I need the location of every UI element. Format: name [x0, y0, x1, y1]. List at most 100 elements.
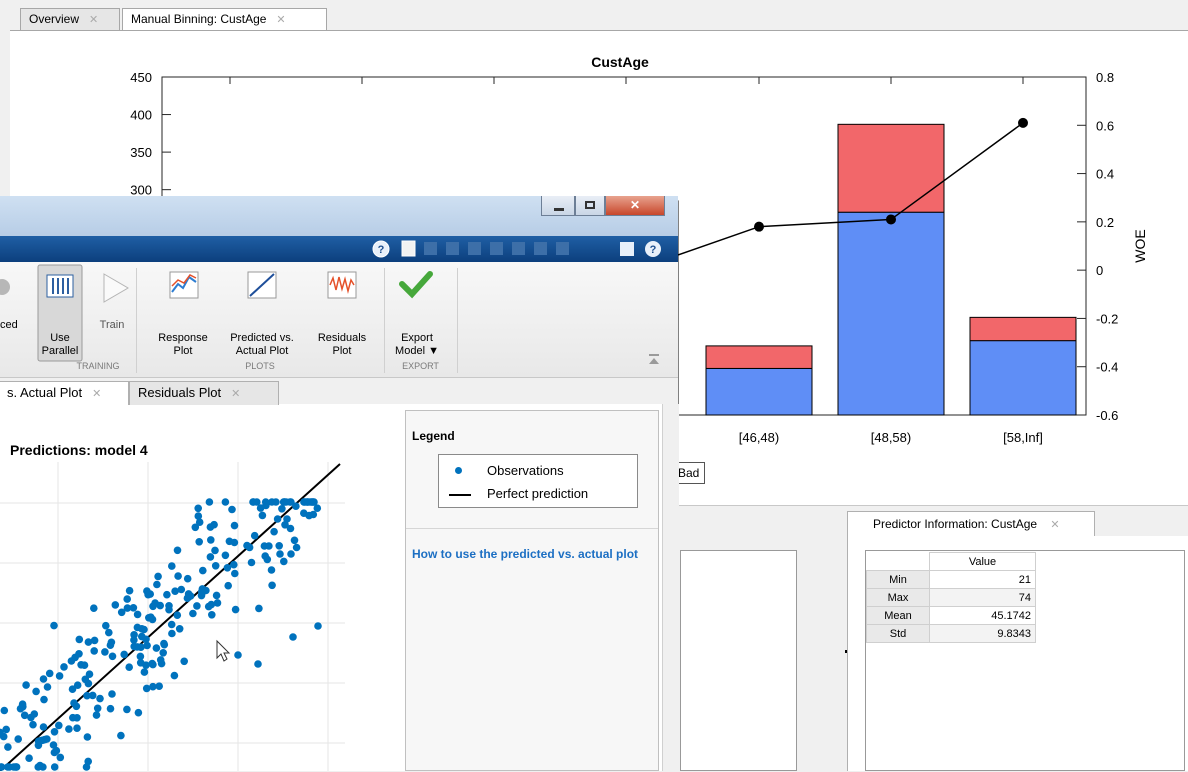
observation-point [0, 732, 8, 741]
observation-point [45, 669, 54, 678]
observation-point [213, 599, 222, 607]
observation-point [310, 498, 318, 506]
observation-point [154, 572, 162, 581]
right-tick-label: 0.8 [1096, 70, 1114, 85]
observation-point [243, 541, 251, 550]
observation-point [280, 557, 288, 566]
vertical-scrollbar[interactable] [662, 404, 679, 771]
document-icon [401, 240, 416, 257]
plot-title: Predictions: model 4 [10, 442, 148, 458]
observation-point [27, 713, 35, 722]
close-icon[interactable]: ✕ [1050, 519, 1059, 531]
help-link[interactable]: How to use the predicted vs. actual plot [412, 547, 652, 561]
observation-point [83, 691, 91, 700]
observation-point [234, 651, 242, 659]
legend-heading: Legend [412, 429, 455, 443]
observation-point [205, 498, 214, 506]
woe-point [886, 214, 896, 225]
observation-point [247, 558, 256, 567]
observation-point [191, 523, 200, 532]
residuals-plot-button[interactable]: Residuals Plot [306, 319, 378, 358]
table-row: Min 21 [866, 570, 1036, 589]
left-tick-label: 450 [130, 70, 152, 85]
redo-icon [534, 242, 547, 255]
observation-point [4, 743, 12, 751]
observation-point [90, 636, 99, 645]
observation-point [292, 543, 301, 552]
use-parallel-label: Use Parallel [41, 332, 79, 357]
tab-residuals-plot[interactable]: Residuals Plot ✕ [129, 381, 279, 405]
observation-point [10, 763, 18, 771]
observation-point [133, 643, 141, 651]
quick-access-icons: ? ? [372, 240, 661, 258]
chart-title: CustAge [591, 54, 649, 70]
observation-point [268, 581, 276, 590]
observation-point [149, 682, 157, 691]
observation-point [165, 602, 173, 610]
observation-point [77, 661, 85, 669]
close-icon[interactable]: ✕ [92, 388, 101, 400]
residuals-plot-icon [327, 271, 357, 299]
observation-point [105, 628, 113, 637]
tab-predictor-information[interactable]: Predictor Information: CustAge ✕ [847, 511, 1095, 537]
observation-point [32, 687, 40, 696]
observation-point [174, 572, 182, 580]
export-model-button[interactable]: Export Model ▼ [382, 319, 452, 358]
tab-predicted-vs-actual[interactable]: s. Actual Plot ✕ [0, 381, 129, 405]
observation-point [75, 635, 84, 644]
perfect-prediction-line [0, 463, 341, 771]
predicted-vs-actual-plot [0, 462, 345, 771]
observation-point [173, 611, 182, 619]
row-value[interactable]: 45.1742 [929, 606, 1036, 625]
maximize-button[interactable] [575, 196, 605, 216]
observation-point [50, 621, 58, 630]
row-value[interactable]: 9.8343 [929, 624, 1036, 643]
response-plot-button[interactable]: Response Plot [148, 319, 218, 358]
observation-point [194, 512, 203, 520]
ribbon-separator [384, 268, 385, 373]
paste-icon [490, 242, 503, 255]
row-value[interactable]: 21 [929, 570, 1036, 589]
observation-point [204, 602, 213, 611]
observation-point [175, 625, 184, 633]
observation-point [22, 681, 30, 689]
legend-divider [406, 528, 658, 529]
right-axis: 0.8 0.6 0.4 0.2 0 -0.2 -0.4 -0.6 [1077, 70, 1118, 423]
observation-point [309, 510, 318, 519]
observation-point [125, 663, 133, 671]
observation-point [67, 657, 76, 665]
observation-point [211, 546, 219, 555]
observation-point [84, 679, 93, 688]
predicted-vs-actual-button[interactable]: Predicted vs. Actual Plot [220, 319, 304, 358]
svg-text:?: ? [650, 244, 657, 256]
observation-point [148, 615, 157, 624]
observation-point [73, 724, 81, 732]
bars [625, 123, 1077, 416]
observation-point [140, 668, 149, 676]
quick-access-toolbar: ? ? [0, 236, 678, 262]
collapse-ribbon-icon [649, 354, 659, 364]
use-parallel-button[interactable]: Use Parallel [38, 319, 82, 358]
predictor-info-table: Value Min 21 Max 74 Mean 45.1742 Std 9.8… [866, 552, 1036, 643]
observation-point [70, 699, 78, 707]
window-titlebar: ✕ [0, 196, 678, 237]
observation-point [228, 505, 236, 514]
observation-point [101, 648, 109, 656]
table-row: Std 9.8343 [866, 624, 1036, 643]
observation-point [211, 562, 220, 570]
advanced-button[interactable]: ced [0, 319, 22, 332]
observation-point [290, 536, 299, 545]
observation-point [283, 515, 291, 523]
row-value[interactable]: 74 [929, 588, 1036, 607]
observation-point [230, 560, 238, 569]
layout-icon [556, 242, 569, 255]
column-header-value: Value [929, 552, 1036, 571]
tab-predicted-vs-actual-label: s. Actual Plot [7, 385, 83, 400]
train-button[interactable]: Train [92, 319, 132, 332]
response-plot-icon [169, 271, 199, 299]
close-icon[interactable]: ✕ [231, 388, 240, 400]
minimize-button[interactable] [541, 196, 575, 216]
observation-point [107, 638, 116, 647]
close-window-button[interactable]: ✕ [605, 196, 665, 216]
observation-point [167, 620, 176, 629]
